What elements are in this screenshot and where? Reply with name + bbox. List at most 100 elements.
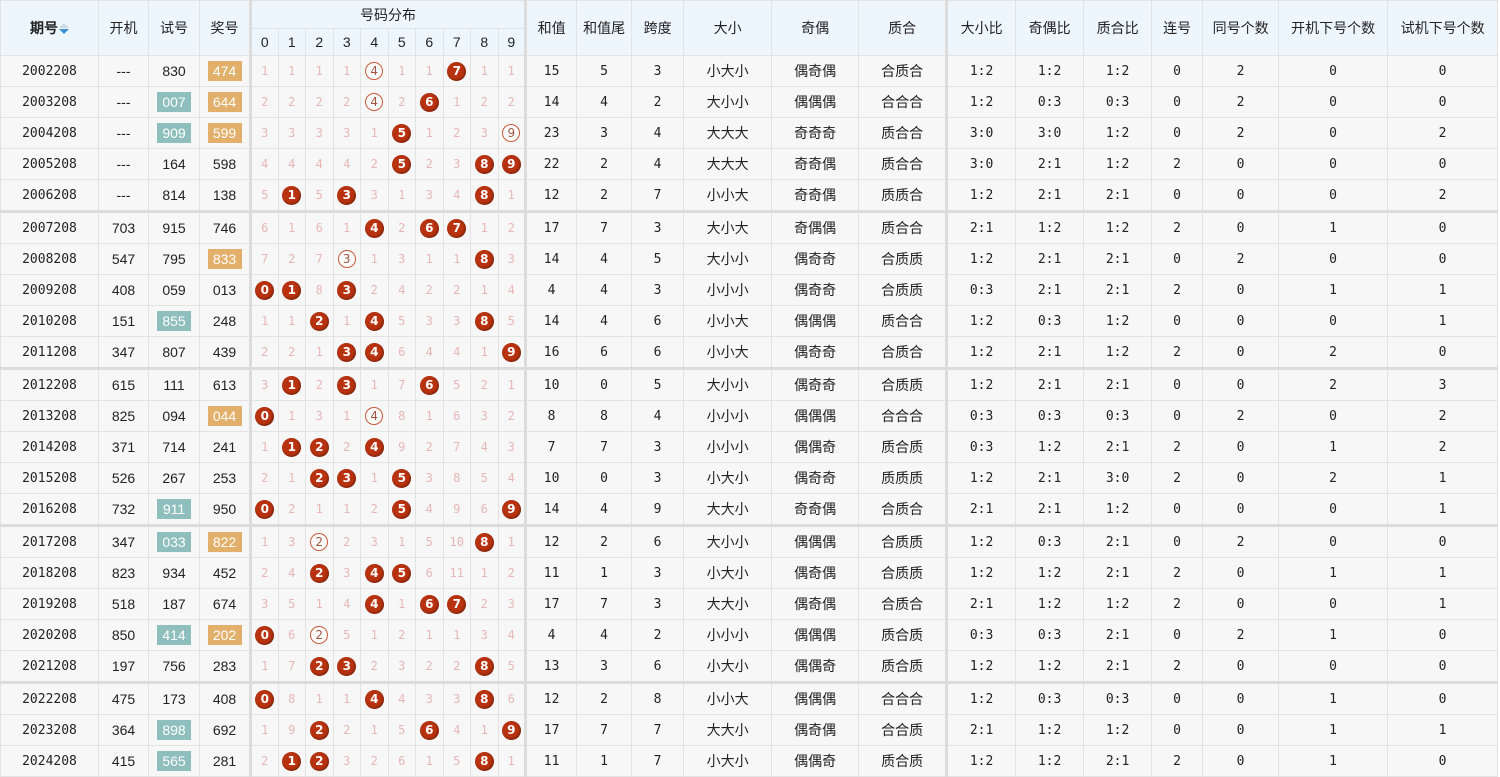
miss-count: 5 [507, 314, 515, 328]
cell-digit-2: 1 [305, 682, 334, 715]
cell-prime-comp: 质合合 [858, 305, 949, 337]
miss-count: 6 [507, 692, 515, 706]
cell-digit-2: 2 [305, 525, 334, 558]
cell-open-next-count: 0 [1278, 86, 1389, 118]
cell-digit-2: 1 [305, 55, 334, 87]
cell-digit-6: 1 [415, 55, 444, 87]
cell-big-small-ratio: 2:1 [946, 588, 1017, 620]
cell-test-highlight: 414 [157, 625, 191, 645]
cell-sum: 14 [525, 86, 578, 118]
cell-digit-0: 1 [250, 714, 279, 746]
cell-prime-comp: 合质质 [858, 274, 949, 306]
cell-test: 830 [148, 55, 200, 87]
cell-digit-1: 3 [277, 525, 306, 558]
cell-test-next-count: 2 [1387, 400, 1499, 432]
cell-odd-even: 偶偶偶 [771, 400, 860, 432]
cell-digit-3: 1 [332, 305, 361, 337]
cell-prize-highlight: 474 [207, 61, 242, 81]
cell-digit-0: 1 [250, 431, 279, 463]
miss-count: 9 [398, 440, 406, 454]
miss-count: 8 [288, 692, 296, 706]
cell-sum: 14 [525, 243, 578, 275]
cell-digit-9: 2 [497, 400, 528, 432]
cell-open-next-count: 1 [1278, 714, 1389, 746]
cell-open-next-count: 1 [1278, 619, 1389, 651]
cell-prime-comp-ratio: 1:2 [1083, 148, 1153, 180]
drawn-ball-icon: 3 [337, 342, 357, 362]
header-digit-3: 3 [332, 28, 361, 56]
miss-count: 3 [315, 409, 323, 423]
cell-digit-4: 2 [360, 148, 389, 180]
header-issue-label: 期号 [30, 21, 58, 37]
drawn-ball-icon: 8 [474, 751, 494, 771]
cell-same-count: 2 [1202, 619, 1280, 651]
cell-odd-even: 偶奇偶 [771, 557, 860, 589]
cell-span: 5 [631, 243, 685, 275]
cell-digit-5: 5 [387, 714, 416, 746]
cell-odd-even: 偶奇偶 [771, 588, 860, 620]
header-digit-0: 0 [250, 28, 279, 56]
cell-digit-9: 4 [497, 462, 528, 494]
miss-count: 9 [288, 723, 296, 737]
cell-prime-comp: 质合质 [858, 431, 949, 463]
cell-consecutive: 0 [1151, 179, 1204, 213]
cell-open-next-count: 0 [1278, 117, 1389, 149]
cell-prime-comp-ratio: 1:2 [1083, 336, 1153, 370]
miss-count: 3 [370, 535, 378, 549]
cell-prime-comp-ratio: 2:1 [1083, 557, 1153, 589]
cell-issue: 2009208 [0, 274, 99, 306]
cell-digit-1: 1 [277, 431, 306, 463]
miss-count: 4 [343, 157, 351, 171]
cell-prime-comp-ratio: 2:1 [1083, 619, 1153, 651]
cell-odd-even-ratio: 1:2 [1015, 55, 1085, 87]
cell-prime-comp: 合质合 [858, 336, 949, 370]
miss-count: 3 [425, 188, 433, 202]
cell-big-small-ratio: 0:3 [946, 400, 1017, 432]
cell-odd-even-ratio: 1:2 [1015, 431, 1085, 463]
cell-odd-even-ratio: 2:1 [1015, 274, 1085, 306]
cell-test: 111 [148, 368, 200, 401]
miss-count: 3 [315, 126, 323, 140]
cell-digit-9: 2 [497, 557, 528, 589]
cell-prize-highlight: 833 [207, 249, 242, 269]
cell-sum-tail: 2 [576, 179, 633, 213]
header-digit-4: 4 [360, 28, 389, 56]
cell-odd-even-ratio: 1:2 [1015, 650, 1085, 684]
cell-sum-tail: 4 [576, 493, 633, 527]
cell-digit-6: 3 [415, 462, 444, 494]
cell-big-small: 小大小 [683, 55, 773, 87]
drawn-ball-icon: 3 [337, 468, 357, 488]
cell-issue: 2017208 [0, 525, 99, 558]
miss-count: 1 [480, 283, 488, 297]
cell-digit-8: 4 [470, 431, 499, 463]
cell-test-next-count: 2 [1387, 179, 1499, 213]
cell-prize: 253 [199, 462, 252, 494]
cell-digit-1: 1 [277, 305, 306, 337]
cell-span: 4 [631, 117, 685, 149]
drawn-ball-icon: 5 [392, 468, 412, 488]
cell-digit-4: 2 [360, 274, 389, 306]
cell-test-highlight: 007 [157, 92, 191, 112]
cell-issue: 2022208 [0, 682, 99, 715]
cell-test: 094 [148, 400, 200, 432]
miss-count: 1 [507, 754, 515, 768]
miss-count: 1 [343, 409, 351, 423]
cell-issue: 2011208 [0, 336, 99, 370]
cell-prime-comp-ratio: 2:1 [1083, 525, 1153, 558]
cell-digit-1: 1 [277, 400, 306, 432]
cell-consecutive: 0 [1151, 619, 1204, 651]
header-issue[interactable]: 期号 [0, 0, 99, 56]
miss-count: 1 [507, 64, 515, 78]
sort-updown-icon[interactable] [59, 23, 69, 35]
cell-odd-even-ratio: 1:2 [1015, 557, 1085, 589]
cell-consecutive: 0 [1151, 368, 1204, 401]
drawn-ball-icon: 4 [364, 689, 384, 709]
drawn-ball-icon: 5 [392, 499, 412, 519]
cell-prime-comp: 合质质 [858, 525, 949, 558]
cell-consecutive: 2 [1151, 211, 1204, 244]
miss-count: 1 [370, 723, 378, 737]
cell-odd-even-ratio: 0:3 [1015, 619, 1085, 651]
cell-digit-4: 2 [360, 650, 389, 684]
cell-open-machine: 197 [98, 650, 149, 684]
cell-big-small: 大大大 [683, 148, 773, 180]
